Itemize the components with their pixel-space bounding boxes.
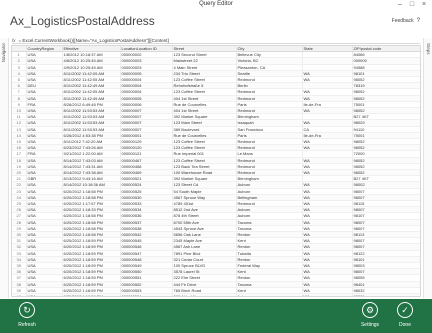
window-controls: – □ × [394,0,430,10]
table-row[interactable]: 40 USA 6/20/2012 1:18:59 PM 000000554 890 Al… [12,293,420,296]
table-cell[interactable]: 6/20/2012 1:18:59 PM [62,293,121,296]
table-cell[interactable]: 98001 [352,293,420,296]
done-label: Done [399,322,411,328]
table-cell[interactable]: USA [26,293,63,296]
help-icon[interactable]: ? [417,18,420,24]
refresh-button[interactable]: ↻ Refresh [12,302,42,328]
table-cell[interactable]: Auburn [236,293,303,296]
done-button[interactable]: ✓ Done [390,302,420,328]
navigator-pane[interactable]: Navigator [0,38,9,298]
table-cell[interactable]: 000000554 [120,293,173,296]
close-icon[interactable]: × [418,0,430,10]
feedback-link[interactable]: Feedback [392,18,414,24]
header-actions: Feedback ? [392,18,420,24]
window-title: Query Editor [199,1,233,7]
gear-icon: ⚙ [362,302,378,318]
data-grid[interactable]: CountryRegion Effective LocationLocation I… [11,45,421,297]
navigator-label: Navigator [1,43,6,63]
grid-body: 1 USA 1/8/2012 10:18:37 AM 000000002 123 Sec… [12,51,420,296]
steps-label: Steps [426,43,431,55]
settings-button[interactable]: ⚙ Settings [355,302,385,328]
title-bar: Query Editor – □ × [0,0,432,11]
minimize-icon[interactable]: – [394,0,406,10]
table-cell[interactable]: 890 Alder Way [172,293,237,296]
refresh-icon: ↻ [19,302,35,318]
formula-text[interactable]: = Excel.CurrentWorkbook(){[Name="Ax_Logi… [19,38,169,43]
settings-label: Settings [360,322,380,328]
formula-bar[interactable]: fx = Excel.CurrentWorkbook(){[Name="Ax_L… [12,37,420,44]
maximize-icon[interactable]: □ [406,0,418,10]
steps-pane[interactable]: Steps [423,38,432,298]
app-bar: ↻ Refresh ⚙ Settings ✓ Done [0,299,432,333]
refresh-label: Refresh [18,322,36,328]
checkmark-icon: ✓ [397,302,413,318]
query-title: Ax_LogisticsPostalAddress [10,14,155,28]
table-cell[interactable]: WA [302,293,353,296]
fx-icon: fx [12,37,16,43]
row-number: 40 [12,293,27,296]
